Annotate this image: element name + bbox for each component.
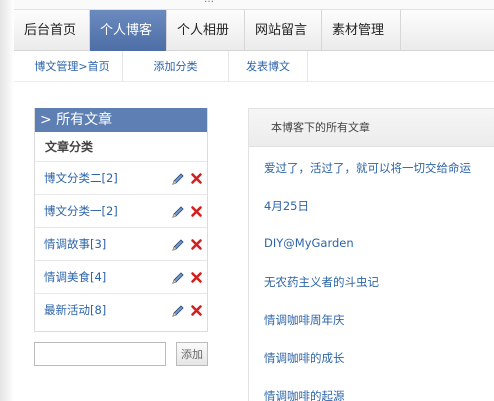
post-link[interactable]: 爱过了，活过了，就可以将一切交给命运 (264, 160, 471, 176)
post-link[interactable]: 情调咖啡的起源 (264, 388, 345, 401)
breadcrumb-blog-home[interactable]: 博文管理>首页 (22, 51, 123, 82)
category-link[interactable]: 博文分类一[2] (44, 204, 118, 218)
top-strip: … (14, 0, 494, 10)
category-row: 情调故事[3] (35, 228, 207, 261)
post-link[interactable]: 4月25日 (264, 198, 309, 214)
category-row: 博文分类一[2] (35, 195, 207, 228)
delete-x-icon[interactable] (190, 205, 203, 218)
category-row: 博文分类二[2] (35, 162, 207, 195)
add-category-link[interactable]: 添加分类 (123, 51, 229, 82)
main-nav: 后台首页 个人博客 个人相册 网站留言 素材管理 (14, 10, 494, 51)
category-subtitle: 文章分类 (35, 132, 207, 162)
left-edge-shadow (0, 0, 14, 401)
pencil-icon[interactable] (171, 304, 185, 318)
post-link[interactable]: 情调咖啡周年庆 (264, 312, 345, 328)
post-link[interactable]: 情调咖啡的成长 (264, 350, 345, 366)
posts-header: 本博客下的所有文章 (249, 109, 494, 147)
category-panel: > 所有文章 文章分类 博文分类二[2] 博文分类一[2] 情调故事[3] 情调… (34, 108, 208, 332)
post-link[interactable]: 无农药主义者的斗虫记 (264, 274, 379, 290)
pencil-icon[interactable] (171, 205, 185, 219)
category-row: 最新活动[8] (35, 294, 207, 327)
tab-personal-album[interactable]: 个人相册 (167, 10, 245, 51)
posts-panel: 本博客下的所有文章 爱过了，活过了，就可以将一切交给命运 4月25日 DIY@M… (248, 108, 494, 401)
post-link[interactable]: DIY@MyGarden (264, 236, 354, 250)
pencil-icon[interactable] (171, 271, 185, 285)
category-link[interactable]: 最新活动[8] (44, 303, 106, 317)
delete-x-icon[interactable] (190, 238, 203, 251)
tab-admin-home[interactable]: 后台首页 (14, 10, 90, 51)
category-link[interactable]: 情调故事[3] (44, 237, 106, 251)
pencil-icon[interactable] (171, 172, 185, 186)
publish-post-link[interactable]: 发表博文 (229, 51, 308, 82)
all-articles-header[interactable]: > 所有文章 (35, 108, 207, 132)
top-strip-text: … (204, 0, 214, 5)
tab-material-management[interactable]: 素材管理 (322, 10, 401, 51)
add-category-button[interactable]: 添加 (176, 342, 208, 366)
tab-personal-blog[interactable]: 个人博客 (90, 10, 167, 51)
delete-x-icon[interactable] (190, 172, 203, 185)
tab-guestbook[interactable]: 网站留言 (245, 10, 322, 51)
sub-nav: 博文管理>首页 添加分类 发表博文 (14, 51, 494, 82)
category-row: 情调美食[4] (35, 261, 207, 294)
delete-x-icon[interactable] (190, 271, 203, 284)
category-link[interactable]: 情调美食[4] (44, 270, 106, 284)
delete-x-icon[interactable] (190, 304, 203, 317)
pencil-icon[interactable] (171, 238, 185, 252)
category-link[interactable]: 博文分类二[2] (44, 171, 118, 185)
category-name-input[interactable] (34, 342, 166, 366)
